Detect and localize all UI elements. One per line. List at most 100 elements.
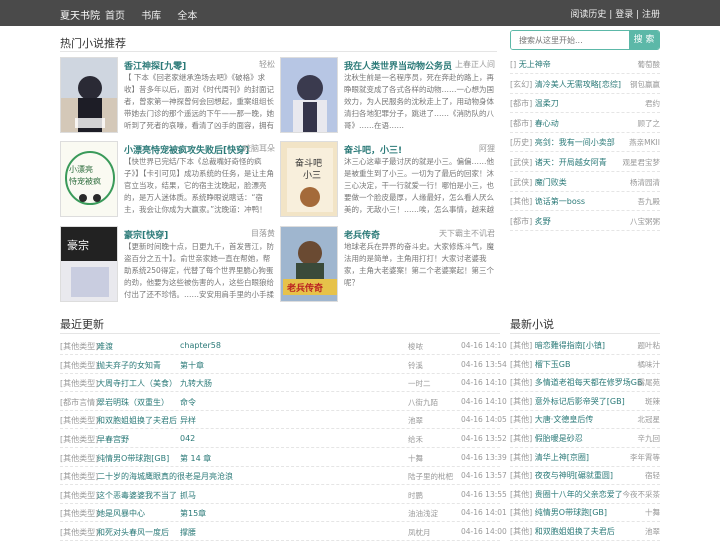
row-chapter[interactable]: chapter58 <box>180 341 221 350</box>
item-category: [历史] <box>510 138 533 148</box>
table-row: [其他类型] 大周寺打工人（美食） 九转大肠 一时二 04-16 14:10 <box>60 373 507 393</box>
row-title[interactable]: 早春宫野 <box>97 434 129 445</box>
book-author: 阿狸 <box>479 144 495 153</box>
row-chapter[interactable]: 异样 <box>180 415 196 426</box>
hot-list-item[interactable]: [历史] 亮剑：我有一间小卖部 燕亲MKII <box>510 133 660 153</box>
hot-list-item[interactable]: [武侠] 诸天：开局越女阿青 观星君宝梦 <box>510 153 660 172</box>
item-title[interactable]: 暗恋難得指南[小镇] <box>535 341 605 350</box>
list-item[interactable]: [其他] 纯情男O带球跑[GB] 十舞 <box>510 503 660 523</box>
reading-history-link[interactable]: 阅读历史 <box>570 10 606 20</box>
item-category: [其他] <box>510 471 533 481</box>
item-title[interactable]: 清华上神[京圈] <box>535 453 589 462</box>
item-title[interactable]: 夜夜与神明[碾就重圆] <box>535 471 613 480</box>
hot-list-item[interactable]: [都市] 春心动 顾了之 <box>510 114 660 133</box>
list-item[interactable]: [其他] 暗恋難得指南[小镇] 题叶粘 <box>510 336 660 355</box>
hot-list-item[interactable]: [武侠] 魔门败类 杨清园清 <box>510 173 660 192</box>
list-item[interactable]: [其他] 假胎暖是砂忍 辛九回 <box>510 429 660 448</box>
table-row: [其他类型] 抛夫弃子的女知青 第十章 铃溪 04-16 13:54 <box>60 355 507 374</box>
row-chapter[interactable]: 第 14 章 <box>180 453 211 464</box>
item-title[interactable]: 榴下玉GB <box>535 360 571 369</box>
hot-list-item[interactable]: [] 无上神帝 葡萄酸 <box>510 55 660 74</box>
item-title[interactable]: 大唐·文德皇后传 <box>535 415 594 424</box>
item-title[interactable]: 魔门败类 <box>535 178 567 187</box>
row-title[interactable]: 这个恶毒婆婆我不当了 <box>97 490 177 501</box>
item-title[interactable]: 诡话第一boss <box>535 197 585 206</box>
item-title[interactable]: 清冷美人无需攻略[恋综] <box>535 80 621 89</box>
list-item[interactable]: [其他] 清华上神[京圈] 李年霄等 <box>510 448 660 467</box>
register-link[interactable]: 注册 <box>642 10 660 20</box>
book-title[interactable]: 豪宗[快穿] <box>124 228 168 241</box>
search-button[interactable]: 搜 索 <box>629 31 659 49</box>
row-chapter[interactable]: 九转大肠 <box>180 378 212 389</box>
nav-home[interactable]: 首页 <box>105 11 125 22</box>
table-row: [其他类型] 难渡 chapter58 梭哝 04-16 14:10 <box>60 336 507 355</box>
row-title[interactable]: 她是风暴中心 <box>97 508 145 519</box>
list-item[interactable]: [其他] 和双胞姐姐换了夫君后 池翠 <box>510 522 660 541</box>
list-item[interactable]: [其他] 贵圈十八年的父亲恋爱了 今夜不采茶 <box>510 485 660 504</box>
list-item[interactable]: [其他] 夜夜与神明[碾就重圆] 宿轻 <box>510 466 660 486</box>
nav-library[interactable]: 书库 <box>141 11 161 22</box>
item-title[interactable]: 温柔刀 <box>535 99 559 108</box>
book-title[interactable]: 小漂亮恃宠被疯攻失败后[快穿] <box>124 143 249 156</box>
hot-list-item[interactable]: [其他] 诡话第一boss 吾九殿 <box>510 192 660 212</box>
book-cover[interactable]: 小漂亮 恃宠被疯 <box>60 141 118 217</box>
row-title[interactable]: 难渡 <box>97 341 113 352</box>
item-title[interactable]: 春心动 <box>535 119 559 128</box>
book-cover[interactable] <box>60 57 118 133</box>
list-item[interactable]: [其他] 榴下玉GB 橘味汁 <box>510 355 660 374</box>
item-title[interactable]: 贵圈十八年的父亲恋爱了 <box>535 490 623 499</box>
item-author: 十舞 <box>645 508 660 518</box>
row-chapter[interactable]: 042 <box>180 434 195 443</box>
item-title[interactable]: 和双胞姐姐换了夫君后 <box>535 527 615 536</box>
row-title[interactable]: 纯情男O带球跑[GB] <box>97 453 169 464</box>
book-title[interactable]: 老兵传奇 <box>344 228 380 241</box>
row-title[interactable]: 和死对头春风一度后 <box>97 527 169 538</box>
hot-list-item[interactable]: [玄幻] 清冷美人无需攻略[恋综] 钢包赢赢 <box>510 75 660 94</box>
row-title[interactable]: 翠岩明珠（双重生） <box>97 397 169 408</box>
hot-list-item[interactable]: [都市] 温柔刀 君约 <box>510 94 660 114</box>
book-description: 【 下本《回老家继承渔场去吧》《破格》求收】昔多年以后，面对《时代周刊》的封面记… <box>124 73 274 130</box>
item-title[interactable]: 纯情男O带球跑[GB] <box>535 508 607 517</box>
item-title[interactable]: 多情道老祖每天都在修罗场GB <box>535 378 643 387</box>
item-title[interactable]: 炙野 <box>535 217 551 226</box>
item-title[interactable]: 假胎暖是砂忍 <box>535 434 583 443</box>
book-description: 【更新时间晚十点，日更九千，首发晋江，防盗百分之五十】。俞世亲家她一直在帮她，帮… <box>124 242 274 299</box>
item-title[interactable]: 诸天：开局越女阿青 <box>535 158 607 167</box>
site-logo[interactable]: 夏天书院 <box>60 7 100 22</box>
book-title[interactable]: 香江神探[九零] <box>124 59 186 72</box>
list-item[interactable]: [其他] 多情道老祖每天都在修罗场GB 露尾苑 <box>510 373 660 393</box>
row-chapter[interactable]: 第十章 <box>180 360 204 371</box>
book-title[interactable]: 奋斗吧，小三! <box>344 143 402 156</box>
featured-book: 香江神探[九零] 轻松 【 下本《回老家继承渔场去吧》《破格》求收】昔多年以后，… <box>60 57 275 139</box>
book-cover[interactable] <box>280 57 338 133</box>
book-cover[interactable]: 豪宗 <box>60 226 118 302</box>
item-title[interactable]: 亮剑：我有一间小卖部 <box>535 138 615 147</box>
divider <box>60 333 500 334</box>
row-author: 凤枕月 <box>408 528 431 537</box>
row-chapter[interactable]: 命令 <box>180 397 196 408</box>
book-author: 上春正人间 <box>455 60 495 69</box>
list-item[interactable]: [其他] 大唐·文德皇后传 北冠星 <box>510 410 660 430</box>
row-title[interactable]: 二十岁的海城鹰眼真的很老是月亮沧浪 <box>97 471 233 482</box>
row-title[interactable]: 抛夫弃子的女知青 <box>97 360 161 371</box>
table-row: [其他类型] 她是风暴中心 第15章 油油浅淀 04-16 14:01 <box>60 503 507 523</box>
book-author: 天下霸主不讥君 <box>439 229 495 238</box>
row-chapter[interactable]: 抓马 <box>180 490 196 501</box>
login-link[interactable]: 登录 <box>615 10 633 20</box>
item-title[interactable]: 意外标记后影帝哭了[GB] <box>535 397 625 406</box>
book-cover[interactable]: 老兵传奇 <box>280 226 338 302</box>
row-author: 给禾 <box>408 435 423 444</box>
item-title[interactable]: 无上神帝 <box>519 60 551 69</box>
search-input[interactable] <box>511 31 631 49</box>
nav-completed[interactable]: 全本 <box>177 11 197 22</box>
row-chapter[interactable]: 第15章 <box>180 508 206 519</box>
row-title[interactable]: 大周寺打工人（美食） <box>97 378 177 389</box>
row-author: 铃溪 <box>408 360 423 370</box>
hot-list-item[interactable]: [都市] 炙野 八宝粥粥 <box>510 212 660 231</box>
item-category: [其他] <box>510 197 533 207</box>
book-cover[interactable]: 奋斗吧 小三 <box>280 141 338 217</box>
row-chapter[interactable]: 撑腰 <box>180 527 196 538</box>
book-title[interactable]: 我在人类世界当动物公务员 <box>344 59 452 72</box>
list-item[interactable]: [其他] 意外标记后影帝哭了[GB] 斑辣 <box>510 392 660 411</box>
row-title[interactable]: 和双胞姐姐换了夫君后 <box>97 415 177 426</box>
